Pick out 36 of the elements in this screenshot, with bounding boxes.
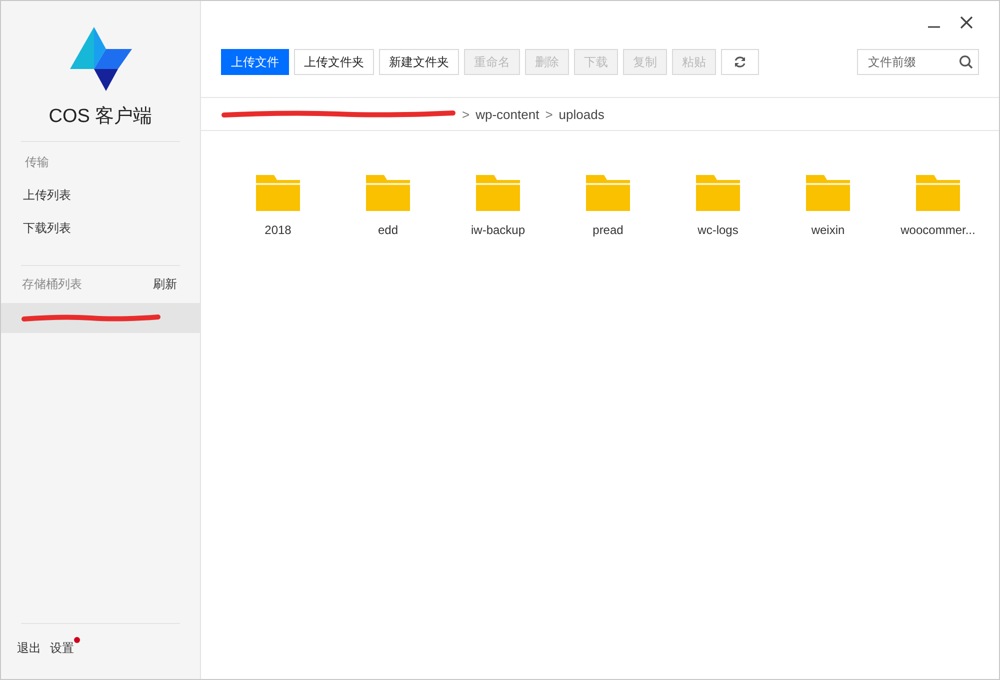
section-heading: 存储桶列表 [22, 276, 82, 293]
toolbar-button[interactable]: 新建文件夹 [379, 49, 459, 75]
folder-name: 2018 [264, 223, 292, 237]
folder-name: weixin [811, 223, 845, 237]
breadcrumb-separator: > [462, 106, 470, 122]
sidebar-item[interactable]: 下载列表 [1, 212, 200, 245]
folder-name: iw-backup [470, 223, 526, 237]
app-name: COS 客户端 [48, 105, 152, 129]
folder-icon[interactable] [916, 175, 960, 211]
sidebar-item[interactable]: 上传列表 [1, 179, 200, 212]
folder-icon[interactable] [586, 175, 630, 211]
toolbar-button[interactable]: 上传文件 [221, 49, 289, 75]
folder-icon[interactable] [366, 175, 410, 211]
breadcrumb-item[interactable]: uploads [558, 106, 604, 122]
logout-link[interactable]: 退出 [17, 640, 41, 657]
refresh-link[interactable]: 刷新 [153, 276, 177, 293]
close-icon[interactable] [960, 16, 973, 28]
logo-icon [70, 27, 132, 91]
section-heading: 传输 [24, 154, 50, 171]
refresh-button[interactable] [721, 49, 759, 75]
breadcrumb-separator: > [545, 106, 553, 122]
folder-icon[interactable] [806, 175, 850, 211]
folder-name: edd [378, 223, 398, 237]
folder-icon[interactable] [476, 175, 520, 211]
refresh-icon [733, 55, 747, 69]
bucket-item[interactable] [1, 303, 200, 333]
folder-icon[interactable] [696, 175, 740, 211]
search-icon [959, 55, 973, 69]
folder-name: woocommer... [900, 223, 976, 237]
toolbar-button[interactable]: 上传文件夹 [294, 49, 374, 75]
search-field[interactable]: 文件前缀 [857, 49, 979, 75]
folder-name: wc-logs [698, 223, 738, 237]
settings-link[interactable]: 设置 [50, 641, 74, 655]
folder-name: pread [592, 223, 624, 237]
breadcrumb-item[interactable]: wp-content [476, 106, 540, 122]
folder-icon[interactable] [256, 175, 300, 211]
